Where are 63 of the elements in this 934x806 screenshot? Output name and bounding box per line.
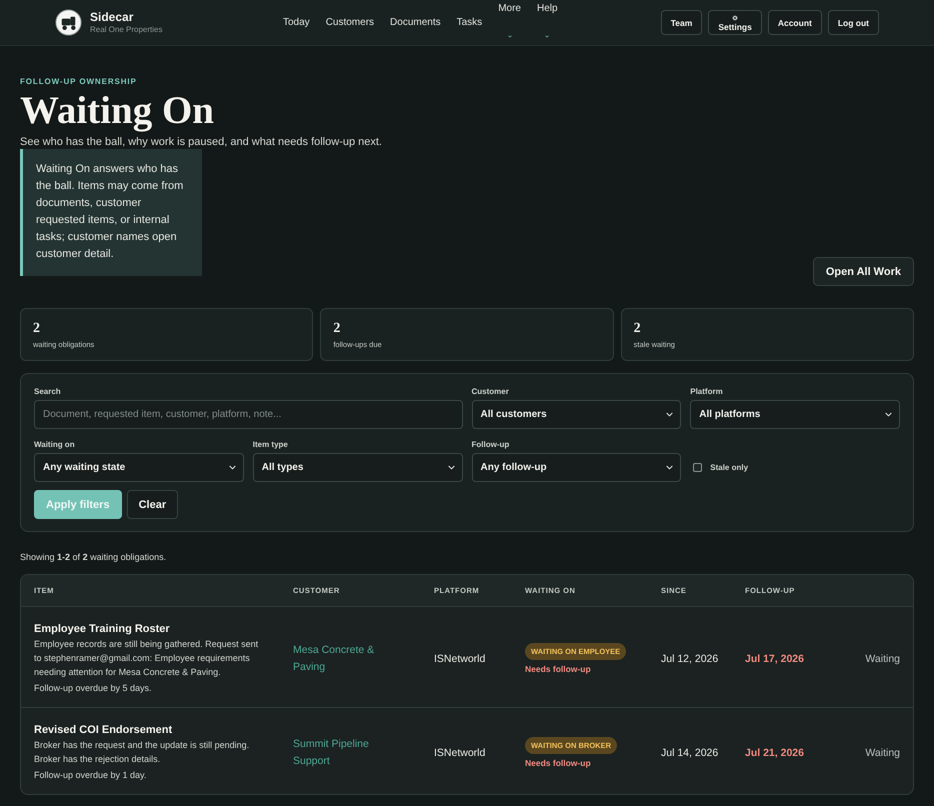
chevron-down-icon — [448, 465, 454, 470]
nav-link[interactable]: Tasks — [456, 16, 482, 28]
eyebrow-label: FOLLOW-UP OWNERSHIP — [20, 77, 137, 87]
stat-value: 2 — [333, 321, 340, 337]
status-cell: Waiting — [865, 746, 900, 758]
follow-up-note: Needs follow-up — [525, 664, 591, 674]
checkbox-label: Stale only — [710, 463, 748, 472]
dropdown-select[interactable]: Any follow-up — [472, 453, 682, 482]
nav-link[interactable]: Customers — [326, 16, 374, 28]
nav-link[interactable]: Documents — [390, 16, 441, 28]
field-label: Search — [34, 387, 61, 397]
customer-link[interactable]: Summit Pipeline Support — [293, 736, 393, 770]
header-button[interactable]: Team — [660, 10, 702, 35]
chevron-down-icon — [885, 412, 892, 417]
stat-value: 2 — [634, 321, 641, 337]
logo-icon — [55, 9, 82, 36]
dropdown-select[interactable]: All types — [252, 453, 462, 482]
clear-button[interactable]: Clear — [126, 490, 178, 519]
field-label: Item type — [252, 440, 288, 450]
page-title: Waiting On — [20, 89, 214, 133]
nav-menu[interactable]: More — [498, 2, 521, 14]
stat-value: 2 — [33, 321, 40, 337]
follow-up-note: Needs follow-up — [525, 758, 591, 768]
item-description: Broker has the request and the update is still pending. Broker has the rejection details. — [34, 739, 250, 766]
brand-name: Sidecar — [90, 10, 134, 25]
field-label: Platform — [690, 387, 723, 397]
page-subtitle: See who has the ball, why work is paused, and what needs follow-up next. — [20, 135, 382, 149]
follow-up-date: Jul 21, 2026 — [745, 746, 804, 758]
platform-cell: ISNetworld — [434, 652, 486, 664]
since-date: Jul 14, 2026 — [661, 746, 718, 758]
brand-subtitle: Real One Properties — [90, 25, 162, 35]
caret-icon[interactable] — [508, 34, 512, 38]
nav-link[interactable]: Today — [283, 16, 310, 28]
header-button[interactable]: Log out — [828, 10, 879, 35]
item-description: Employee records are still being gathered. Request sent to stephenramer@gmail.com: Employee requirements needing attention for Mesa Concrete & Paving. — [34, 638, 260, 679]
status-cell: Waiting — [865, 652, 900, 664]
dropdown-select[interactable]: All platforms — [690, 400, 900, 429]
item-note: Follow-up overdue by 5 days. — [34, 682, 152, 695]
follow-up-date: Jul 17, 2026 — [745, 652, 804, 664]
chevron-down-icon — [666, 412, 674, 417]
platform-cell: ISNetworld — [434, 746, 486, 758]
item-note: Follow-up overdue by 1 day. — [34, 769, 146, 782]
field-label: Waiting on — [34, 440, 75, 450]
dropdown-select[interactable]: All customers — [472, 400, 682, 429]
dropdown-select[interactable]: Any waiting state — [34, 453, 244, 482]
field-label: Customer — [472, 387, 509, 397]
field-label: Follow-up — [472, 440, 510, 450]
header-button[interactable]: Account — [768, 10, 822, 35]
search-field[interactable]: Document, requested item, customer, platform, note... — [34, 400, 462, 429]
results-summary: Showing 1-2 of 2 waiting obligations. — [20, 551, 166, 563]
info-callout: Waiting On answers who has the ball. Items may come from documents, customer requested items, or internal tasks; customer names open customer detail. — [20, 149, 202, 276]
chevron-down-icon — [666, 465, 674, 470]
nav-menu[interactable]: Help — [536, 2, 558, 14]
checkbox[interactable] — [693, 463, 702, 472]
item-title[interactable]: Employee Training Roster — [34, 622, 170, 636]
open-all-work-button[interactable]: Open All Work — [812, 257, 914, 286]
settings-button[interactable]: Settings — [708, 10, 762, 35]
caret-icon[interactable] — [545, 34, 550, 38]
settings-icon — [732, 15, 738, 21]
since-date: Jul 12, 2026 — [661, 652, 718, 664]
customer-link[interactable]: Mesa Concrete & Paving — [293, 642, 393, 676]
item-title[interactable]: Revised COI Endorsement — [34, 723, 172, 737]
chevron-down-icon — [228, 465, 236, 470]
